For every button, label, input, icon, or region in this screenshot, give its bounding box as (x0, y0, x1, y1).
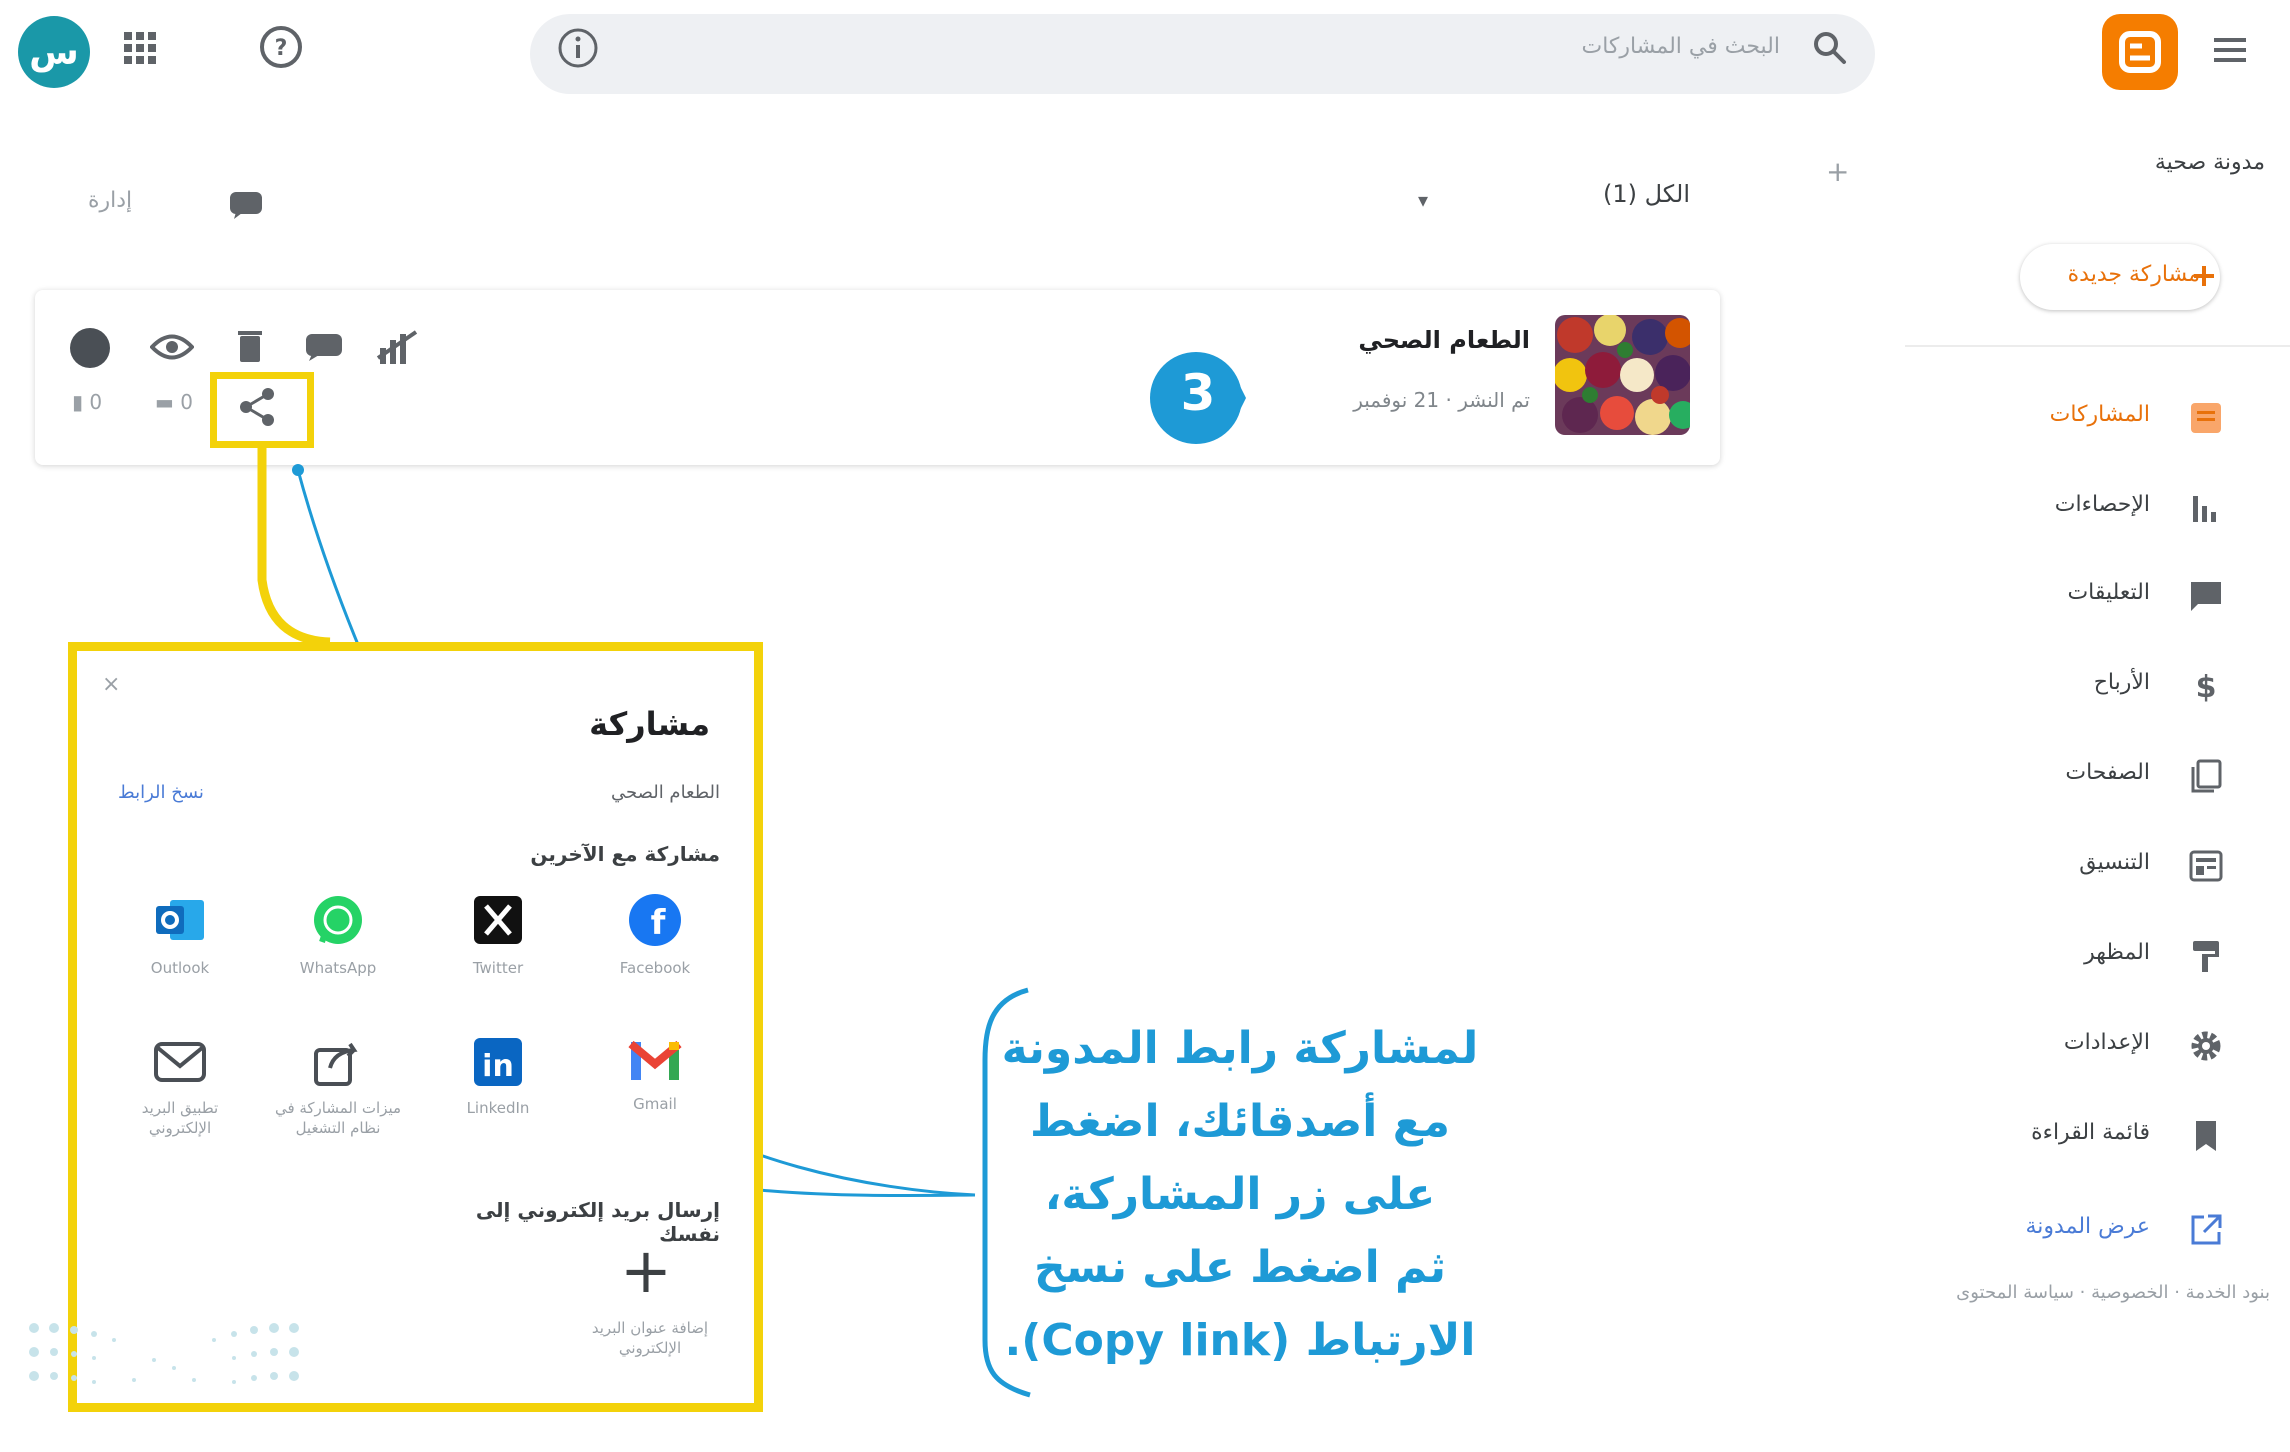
share-facebook[interactable]: f Facebook (585, 892, 725, 978)
decorative-dots (29, 1323, 299, 1384)
service-label: Outlook (150, 959, 210, 977)
linkedin-icon: in (474, 1038, 522, 1086)
instruction-annotation: لمشاركة رابط المدونة مع أصدقائك، اضغط عل… (1000, 1012, 1480, 1377)
service-label: Facebook (619, 959, 691, 977)
x-twitter-icon (474, 896, 522, 944)
share-outlook[interactable]: Outlook (110, 892, 250, 978)
facebook-icon: f (629, 894, 681, 946)
service-label: LinkedIn (466, 1099, 530, 1117)
service-label: Gmail (633, 1095, 677, 1113)
service-label: ميزات المشاركة في نظام التشغيل (274, 1099, 402, 1137)
share-whatsapp[interactable]: WhatsApp (268, 892, 408, 978)
dialog-post-name: الطعام الصحي (610, 782, 720, 803)
outlook-icon (156, 900, 204, 940)
share-gmail[interactable]: Gmail (585, 1036, 725, 1114)
add-email-label[interactable]: إضافة عنوان البريد الإلكتروني (575, 1318, 725, 1358)
dialog-title: مشاركة (589, 705, 710, 743)
os-share-icon (314, 1042, 358, 1086)
svg-text:in: in (482, 1049, 514, 1084)
share-with-others-label: مشاركة مع الآخرين (530, 842, 720, 866)
share-twitter[interactable]: Twitter (428, 892, 568, 978)
annotation-line: الارتباط (Copy link). (1004, 1315, 1476, 1366)
email-self-label: إرسال بريد إلكتروني إلى نفسك (475, 1198, 720, 1246)
svg-text:f: f (651, 903, 667, 943)
service-label: Twitter (472, 959, 524, 977)
email-app-icon (154, 1042, 206, 1082)
copy-link-button[interactable]: نسخ الرابط (118, 782, 278, 803)
share-os[interactable]: ميزات المشاركة في نظام التشغيل (268, 1036, 408, 1138)
annotation-line: مع أصدقائك، اضغط (1029, 1096, 1451, 1147)
service-label: تطبيق البريد الإلكتروني (141, 1099, 219, 1137)
gmail-icon (628, 1040, 682, 1080)
add-email-plus-icon[interactable]: + (620, 1240, 672, 1302)
annotation-line: لمشاركة رابط المدونة (1001, 1023, 1479, 1074)
share-email-app[interactable]: تطبيق البريد الإلكتروني (110, 1036, 250, 1138)
annotation-line: على زر المشاركة، (1044, 1169, 1436, 1220)
whatsapp-icon (314, 896, 362, 944)
share-linkedin[interactable]: in LinkedIn (428, 1036, 568, 1118)
annotation-line: ثم اضغط على نسخ (1033, 1242, 1447, 1293)
service-label: WhatsApp (299, 959, 377, 977)
close-icon[interactable]: × (102, 672, 120, 697)
